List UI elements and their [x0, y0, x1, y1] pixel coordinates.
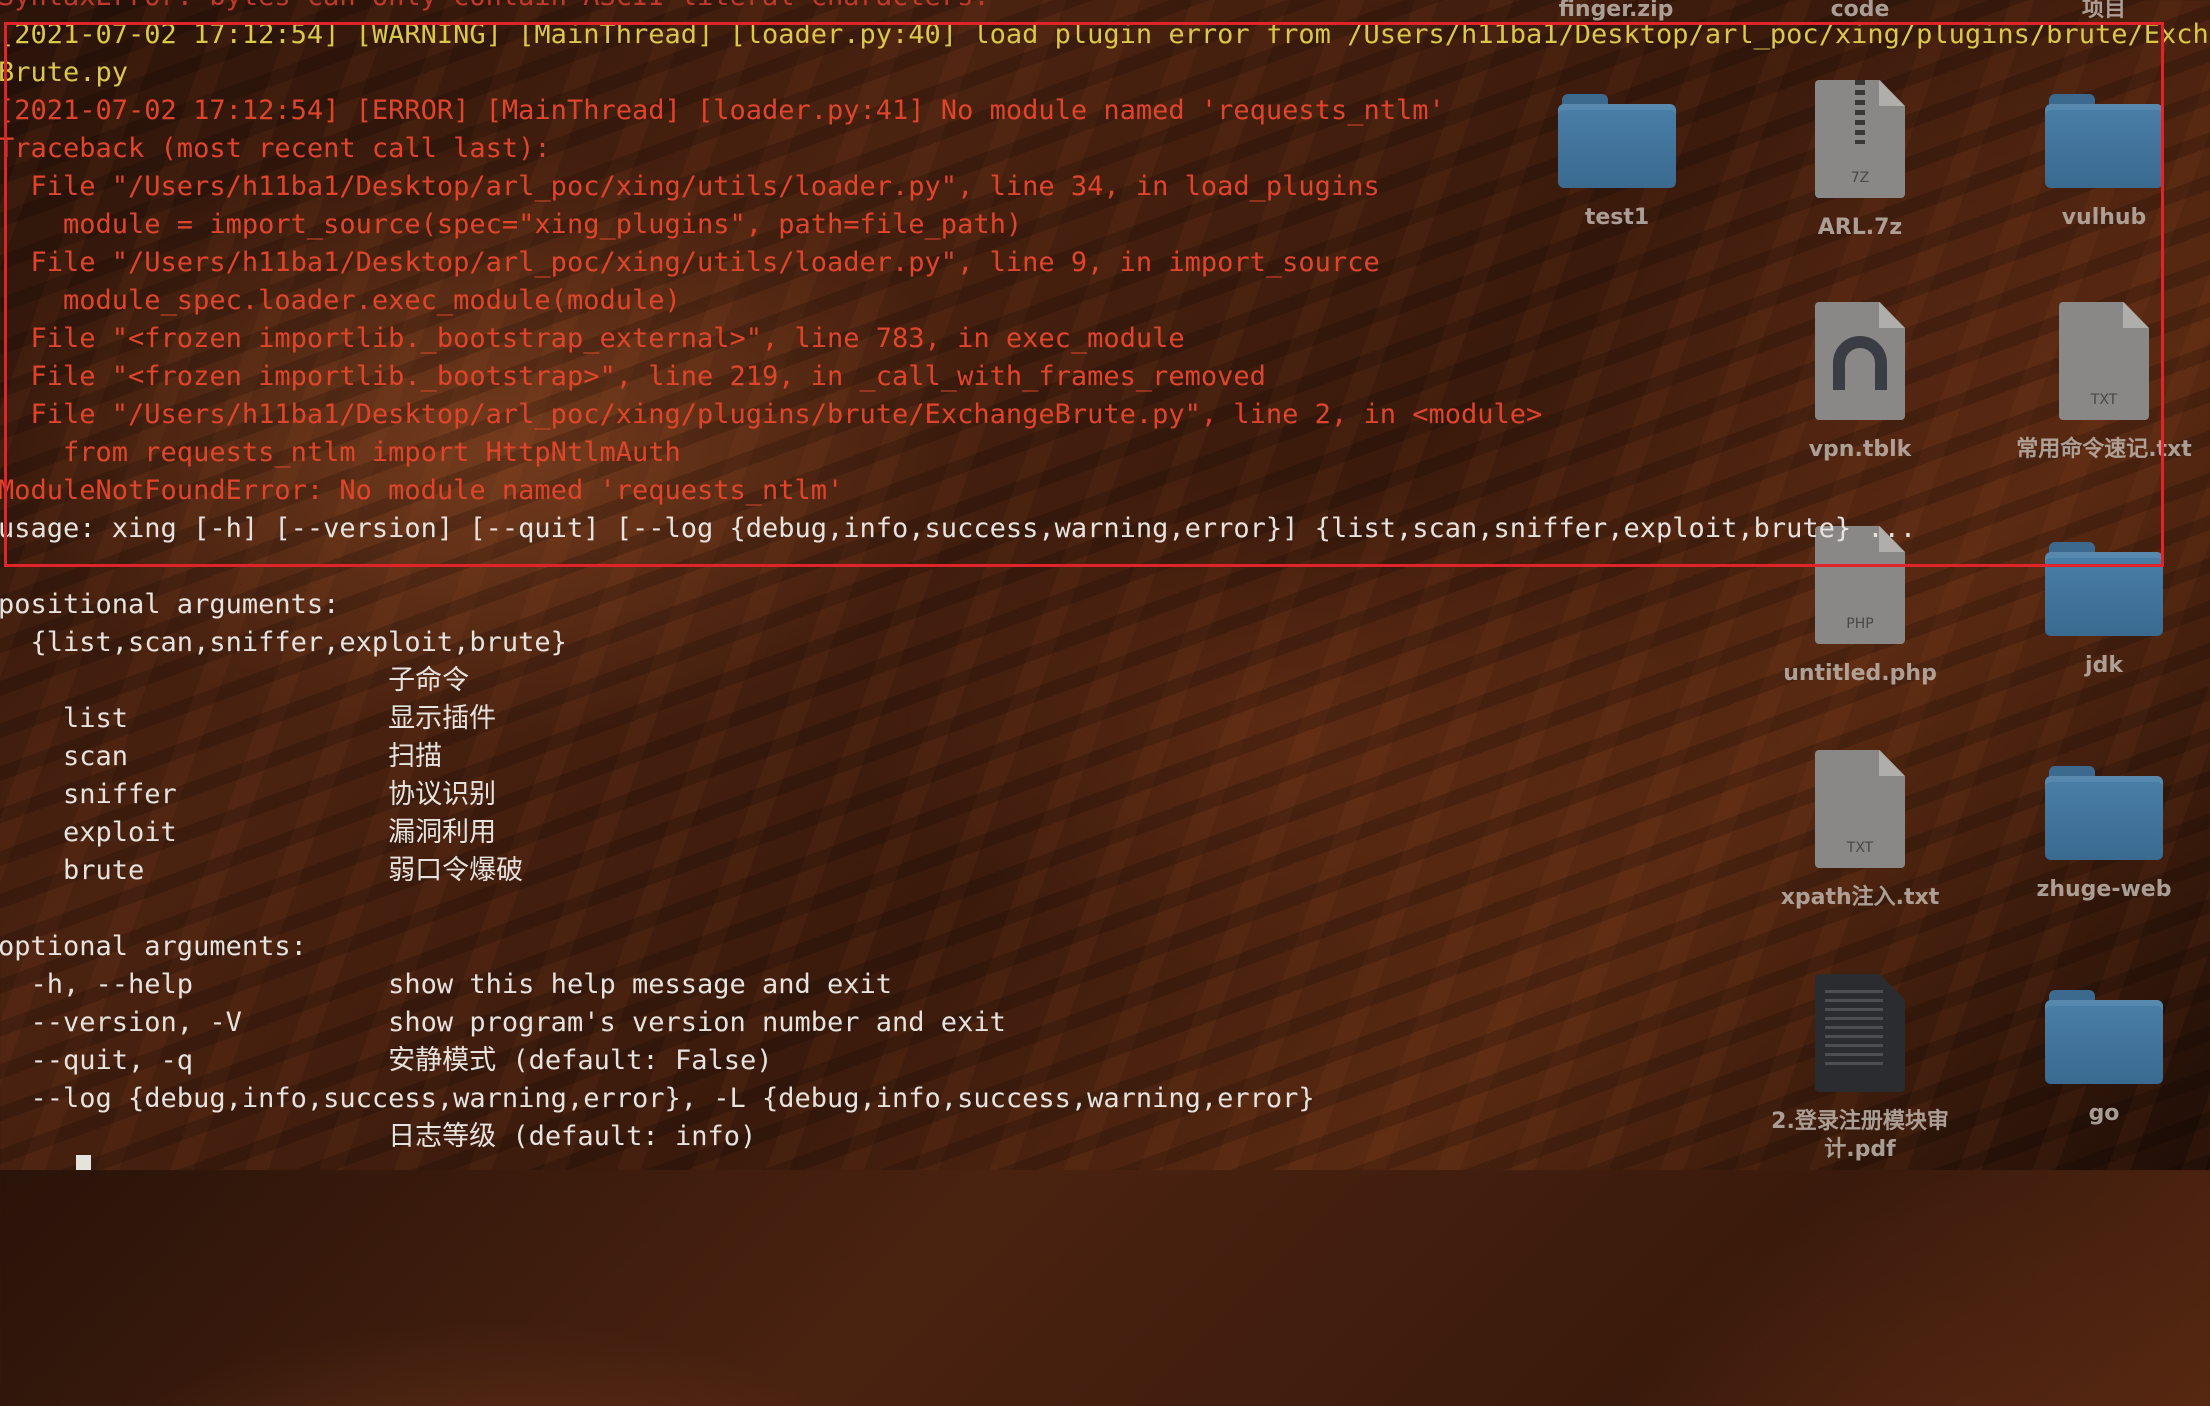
traceback-line: File "<frozen importlib._bootstrap_exter…	[0, 323, 1185, 354]
terminal-output[interactable]: SyntaxError: bytes can only contain ASCI…	[0, 0, 2210, 1170]
help-line: 日志等级 (default: info)	[0, 1121, 757, 1152]
traceback-line: Traceback (most recent call last):	[0, 133, 551, 164]
traceback-line: File "/Users/h11ba1/Desktop/arl_poc/xing…	[0, 171, 1380, 202]
traceback-line: ModuleNotFoundError: No module named 're…	[0, 475, 844, 506]
help-line: brute 弱口令爆破	[0, 855, 524, 886]
help-line: -h, --help show this help message and ex…	[0, 969, 893, 1000]
terminal-line-error: [2021-07-02 17:12:54] [ERROR] [MainThrea…	[0, 95, 1445, 126]
help-line: exploit 漏洞利用	[0, 817, 497, 848]
usage-line: usage: xing [-h] [--version] [--quit] [-…	[0, 513, 1917, 544]
help-line: optional arguments:	[0, 931, 307, 962]
terminal-cursor	[76, 1155, 91, 1170]
traceback-line: File "/Users/h11ba1/Desktop/arl_poc/xing…	[0, 247, 1380, 278]
traceback-line: File "<frozen importlib._bootstrap>", li…	[0, 361, 1266, 392]
traceback-line: File "/Users/h11ba1/Desktop/arl_poc/xing…	[0, 399, 1543, 430]
traceback-line: from requests_ntlm import HttpNtlmAuth	[0, 437, 681, 468]
help-line: sniffer 协议识别	[0, 779, 497, 810]
help-line: --quit, -q 安静模式 (default: False)	[0, 1045, 773, 1076]
help-line: {list,scan,sniffer,exploit,brute}	[0, 627, 567, 658]
traceback-line: module = import_source(spec="xing_plugin…	[0, 209, 1023, 240]
help-line: positional arguments:	[0, 589, 340, 620]
help-line: --version, -V show program's version num…	[0, 1007, 1006, 1038]
help-line: list 显示插件	[0, 703, 497, 734]
help-line: scan 扫描	[0, 741, 443, 772]
terminal-line-syntax-error: SyntaxError: bytes can only contain ASCI…	[0, 0, 990, 16]
traceback-line: module_spec.loader.exec_module(module)	[0, 285, 681, 316]
help-line: --log {debug,info,success,warning,error}…	[0, 1083, 1315, 1114]
terminal-line-warning: [2021-07-02 17:12:54] [WARNING] [MainThr…	[0, 19, 2210, 50]
help-line: 子命令	[0, 665, 470, 696]
terminal-line-warning-cont: Brute.py	[0, 57, 129, 88]
